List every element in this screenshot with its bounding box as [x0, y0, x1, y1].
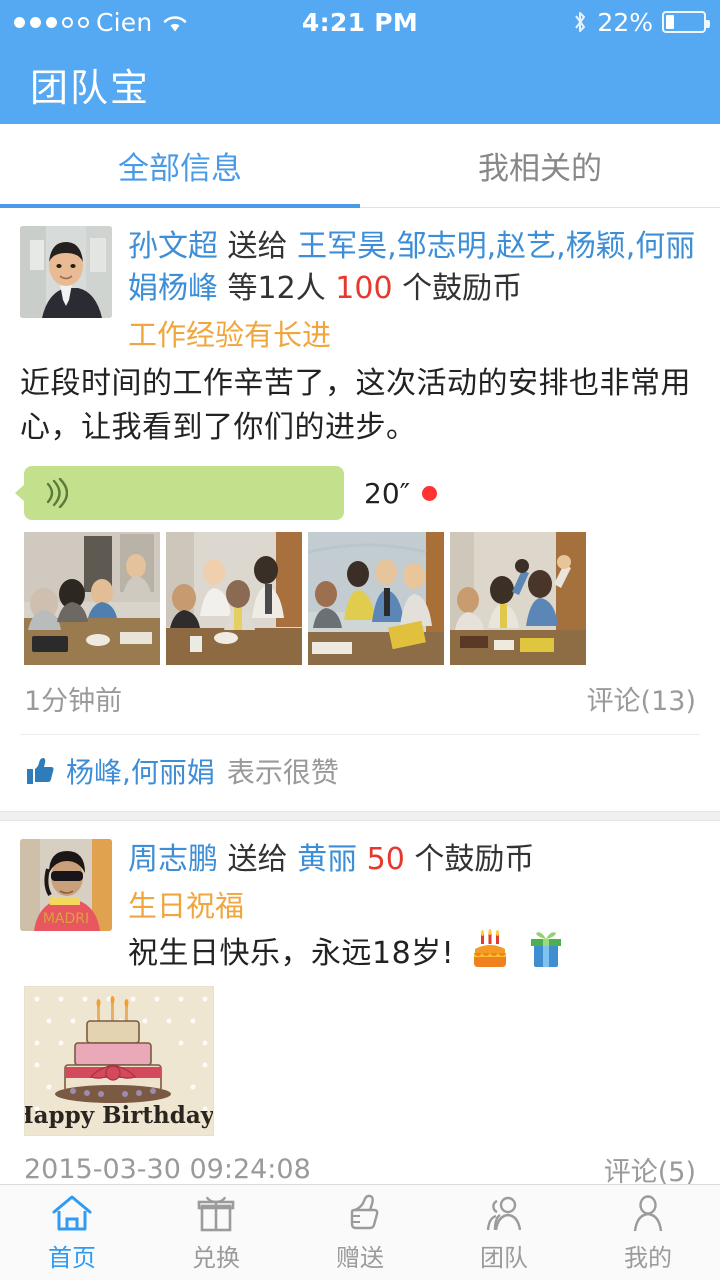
post-likes[interactable]: 杨峰,何丽娟 表示很赞 [20, 734, 700, 801]
post-comments-link[interactable]: 评论(5) [604, 1150, 696, 1184]
tab-my-related[interactable]: 我相关的 [360, 124, 720, 207]
status-bar: Cien 4:21 PM 22% [0, 0, 720, 44]
svg-text:Happy Birthday: Happy Birthday [25, 1102, 214, 1129]
post-content: 周志鹏 送给 黄丽 50 个鼓励币 生日祝福 祝生日快乐，永远18岁! [128, 839, 700, 976]
gift-icon [193, 1192, 239, 1234]
page-title: 团队宝 [30, 65, 151, 110]
gift-box-emoji [526, 929, 566, 969]
like-user-names[interactable]: 杨峰,何丽娟 [66, 751, 215, 791]
nav-item-team-label: 团队 [480, 1244, 528, 1272]
nav-item-mine[interactable]: 我的 [576, 1185, 720, 1280]
thumbs-up-icon [24, 756, 54, 786]
people-icon [481, 1192, 527, 1234]
post-text: 近段时间的工作辛苦了，这次活动的安排也非常用心，让我看到了你们的进步。 [20, 366, 691, 445]
post-coin-unit: 个鼓励币 [402, 271, 523, 306]
post-separator [0, 811, 720, 821]
post-title: 工作经验有长进 [128, 318, 332, 352]
post-others-count: 等12人 [227, 271, 326, 306]
post-comments-link[interactable]: 评论(13) [587, 679, 696, 718]
post-text-with-emoji: 祝生日快乐，永远18岁! [128, 929, 700, 976]
nav-item-team[interactable]: 团队 [432, 1185, 576, 1280]
app-header: 团队宝 [0, 44, 720, 124]
nav-item-mine-label: 我的 [624, 1244, 672, 1272]
nav-item-give-label: 赠送 [336, 1244, 384, 1272]
tab-my-related-label: 我相关的 [478, 151, 602, 187]
post-title: 生日祝福 [128, 889, 245, 923]
message-feed[interactable]: 孙文超 送给 王军昊,邹志明,赵艺,杨颖,何丽娟杨峰 等12人 100 个鼓励币… [0, 208, 720, 1184]
like-suffix-label: 表示很赞 [226, 756, 339, 789]
post-header: 孙文超 送给 王军昊,邹志明,赵艺,杨颖,何丽娟杨峰 等12人 100 个鼓励币… [20, 226, 700, 358]
status-bar-left: Cien [14, 8, 188, 37]
nav-item-give[interactable]: 赠送 [288, 1185, 432, 1280]
voice-duration: 20″ [364, 476, 411, 510]
post-meta: 1分钟前 评论(13) [20, 679, 700, 718]
battery-icon [662, 11, 710, 33]
feed-post[interactable]: MADRI 周志鹏 送给 黄丽 50 个鼓励币 生日祝福 祝生日快乐，永远18岁… [0, 821, 720, 1184]
post-sender-name[interactable]: 周志鹏 [128, 842, 218, 877]
avatar[interactable] [20, 226, 112, 318]
voice-message[interactable]: 20″ [15, 466, 700, 520]
post-content: 孙文超 送给 王军昊,邹志明,赵艺,杨颖,何丽娟杨峰 等12人 100 个鼓励币… [128, 226, 700, 358]
post-photo[interactable] [308, 532, 444, 665]
tab-all-messages-label: 全部信息 [118, 151, 242, 187]
post-photo-grid[interactable] [24, 532, 700, 665]
post-coin-amount: 50 [366, 842, 405, 877]
voice-bubble[interactable] [15, 466, 344, 520]
nav-item-exchange[interactable]: 兑换 [144, 1185, 288, 1280]
unread-dot-icon [422, 485, 438, 501]
nav-item-home[interactable]: 首页 [0, 1185, 144, 1280]
post-photo[interactable] [166, 532, 302, 665]
feed-post[interactable]: 孙文超 送给 王军昊,邹志明,赵艺,杨颖,何丽娟杨峰 等12人 100 个鼓励币… [0, 208, 720, 811]
birthday-cake-emoji [470, 929, 510, 969]
signal-strength-icon [14, 16, 89, 28]
post-give-line: 孙文超 送给 王军昊,邹志明,赵艺,杨颖,何丽娟杨峰 等12人 100 个鼓励币 [128, 226, 700, 310]
nav-item-exchange-label: 兑换 [192, 1244, 240, 1272]
sound-wave-icon [46, 478, 68, 508]
wifi-icon [162, 12, 188, 32]
post-meta: 2015-03-30 09:24:08 评论(5) [20, 1150, 700, 1184]
post-header: MADRI 周志鹏 送给 黄丽 50 个鼓励币 生日祝福 祝生日快乐，永远18岁… [20, 839, 700, 976]
post-coin-amount: 100 [335, 271, 393, 306]
thumbs-up-outline-icon [337, 1192, 383, 1234]
post-sender-name[interactable]: 孙文超 [128, 229, 218, 264]
tab-all-messages[interactable]: 全部信息 [0, 124, 360, 208]
post-time: 1分钟前 [24, 686, 123, 717]
post-give-line: 周志鹏 送给 黄丽 50 个鼓励币 [128, 839, 700, 881]
app-screen: Cien 4:21 PM 22% 团队宝 全部信息 我相关的 孙文超 送给 王军… [0, 0, 720, 1280]
post-text: 祝生日快乐，永远18岁! [128, 936, 455, 971]
post-receiver-names[interactable]: 黄丽 [297, 842, 357, 877]
home-icon [49, 1192, 95, 1234]
post-give-word: 送给 [227, 842, 288, 877]
bluetooth-icon [572, 10, 588, 34]
nav-item-home-label: 首页 [48, 1244, 96, 1272]
status-bar-right: 22% [572, 7, 710, 37]
bottom-navigation: 首页 兑换 赠送 团队 我的 [0, 1184, 720, 1280]
post-image[interactable]: Happy Birthday [24, 986, 214, 1136]
post-coin-unit: 个鼓励币 [414, 842, 535, 877]
post-photo[interactable] [24, 532, 160, 665]
person-icon [625, 1192, 671, 1234]
post-time: 2015-03-30 09:24:08 [24, 1154, 311, 1184]
post-photo[interactable] [450, 532, 586, 665]
carrier-label: Cien [96, 7, 153, 37]
avatar[interactable]: MADRI [20, 839, 112, 931]
svg-text:MADRI: MADRI [43, 911, 89, 927]
tab-bar: 全部信息 我相关的 [0, 124, 720, 208]
post-give-word: 送给 [227, 229, 288, 264]
battery-percent-label: 22% [597, 7, 653, 37]
